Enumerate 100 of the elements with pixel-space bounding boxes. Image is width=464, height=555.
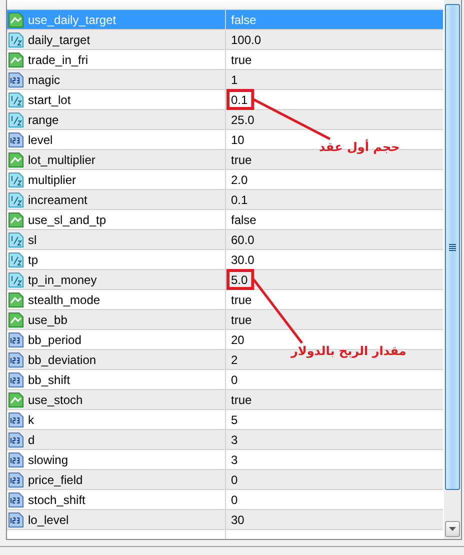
variable-value: 0.1 — [231, 192, 248, 206]
number-icon — [8, 72, 24, 88]
table-row[interactable]: slowing 3 — [7, 450, 444, 470]
variable-name: trade_in_fri — [28, 52, 88, 66]
table-row[interactable]: bb_shift 0 — [7, 370, 444, 390]
variable-name: stoch_shift — [28, 492, 86, 506]
variable-name: lot_multiplier — [28, 152, 96, 166]
variable-name: bb_deviation — [28, 352, 96, 366]
variable-name: k — [28, 412, 34, 426]
number-icon — [8, 332, 24, 348]
variable-name: stealth_mode — [28, 292, 100, 306]
variable-value: 0 — [231, 372, 238, 386]
variable-value: 3 — [231, 432, 238, 446]
variable-name: level — [28, 132, 53, 146]
table-row[interactable]: trade_in_fri true — [7, 50, 444, 70]
table-row[interactable]: magic 1 — [7, 70, 444, 90]
scroll-down-button[interactable] — [445, 521, 460, 537]
table-row[interactable]: price_field 0 — [7, 470, 444, 490]
variable-value: 100.0 — [231, 32, 262, 46]
number-icon — [8, 132, 24, 148]
variable-name: bb_shift — [28, 372, 70, 386]
table-row[interactable]: k 5 — [7, 410, 444, 430]
variable-name: slowing — [28, 452, 68, 466]
variable-value: true — [231, 292, 252, 306]
table-row[interactable]: start_lot 0.1 — [7, 90, 444, 110]
variable-value: 0.1 — [231, 92, 248, 106]
variable-name: start_lot — [28, 92, 71, 106]
variable-value: 30 — [231, 512, 244, 526]
variable-name: use_stoch — [28, 392, 83, 406]
variable-value: 25.0 — [231, 112, 254, 126]
variable-name: tp — [28, 252, 38, 266]
fraction-icon — [8, 232, 24, 248]
variable-value: true — [231, 52, 252, 66]
variable-name: tp_in_money — [28, 272, 97, 286]
number-icon — [8, 472, 24, 488]
variable-value: 0 — [231, 492, 238, 506]
variable-name: lo_level — [28, 512, 69, 526]
variable-name: use_sl_and_tp — [28, 212, 106, 226]
variable-value: 5.0 — [231, 272, 248, 286]
variable-name: magic — [28, 72, 60, 86]
variable-value: false — [231, 212, 256, 226]
table-row[interactable]: daily_target 100.0 — [7, 30, 444, 50]
table-row[interactable]: use_stoch true — [7, 390, 444, 410]
variable-name: multiplier — [28, 172, 76, 186]
table-row[interactable]: d 3 — [7, 430, 444, 450]
variable-value: 1 — [231, 72, 238, 86]
variable-value: 10 — [231, 132, 244, 146]
fraction-icon — [8, 92, 24, 108]
leader-line — [252, 278, 303, 344]
number-icon — [8, 352, 24, 368]
table-row[interactable]: range 25.0 — [7, 110, 444, 130]
variable-value: true — [231, 312, 252, 326]
table-row[interactable]: stoch_shift 0 — [7, 490, 444, 510]
variable-value: 3 — [231, 452, 238, 466]
table-row[interactable]: use_sl_and_tp false — [7, 210, 444, 230]
variable-value: 0 — [231, 472, 238, 486]
variable-value: 60.0 — [231, 232, 254, 246]
number-icon — [8, 412, 24, 428]
variable-name: bb_period — [28, 332, 82, 346]
variable-name: daily_target — [28, 32, 90, 46]
highlight-box — [226, 89, 254, 110]
table-row[interactable]: tp_in_money 5.0 — [7, 270, 444, 290]
table-row[interactable]: use_bb true — [7, 310, 444, 330]
fraction-icon — [8, 112, 24, 128]
number-icon — [8, 492, 24, 508]
variable-name: use_bb — [28, 312, 68, 326]
variable-value: false — [231, 12, 256, 26]
fraction-icon — [8, 252, 24, 268]
variable-value: 5 — [231, 412, 238, 426]
variable-name: increament — [28, 192, 88, 206]
variable-value: 2 — [231, 352, 238, 366]
highlight-box — [226, 269, 254, 290]
variable-value: true — [231, 152, 252, 166]
number-icon — [8, 452, 24, 468]
fraction-icon — [8, 272, 24, 288]
variable-name: d — [28, 432, 35, 446]
variable-value: 30.0 — [231, 252, 254, 266]
variable-value: true — [231, 392, 252, 406]
caret-icon — [449, 527, 456, 531]
fraction-icon — [8, 32, 24, 48]
variable-name: price_field — [28, 472, 83, 486]
fraction-icon — [8, 192, 24, 208]
number-icon — [8, 372, 24, 388]
scrollbar[interactable] — [444, 0, 461, 539]
scrollbar-thumb[interactable] — [445, 4, 460, 490]
table-row[interactable]: sl 60.0 — [7, 230, 444, 250]
table-row[interactable]: multiplier 2.0 — [7, 170, 444, 190]
variable-value: 20 — [231, 332, 244, 346]
number-icon — [8, 432, 24, 448]
table-row[interactable]: stealth_mode true — [7, 290, 444, 310]
fraction-icon — [8, 172, 24, 188]
table-row[interactable]: lo_level 30 — [7, 510, 444, 530]
variable-name: range — [28, 112, 59, 126]
table-row[interactable]: tp 30.0 — [7, 250, 444, 270]
grip-icon — [449, 244, 456, 250]
variable-name: use_daily_target — [28, 12, 116, 26]
variable-name: sl — [28, 232, 37, 246]
table-row[interactable]: increament 0.1 — [7, 190, 444, 210]
number-icon — [8, 512, 24, 528]
variable-value: 2.0 — [231, 172, 248, 186]
